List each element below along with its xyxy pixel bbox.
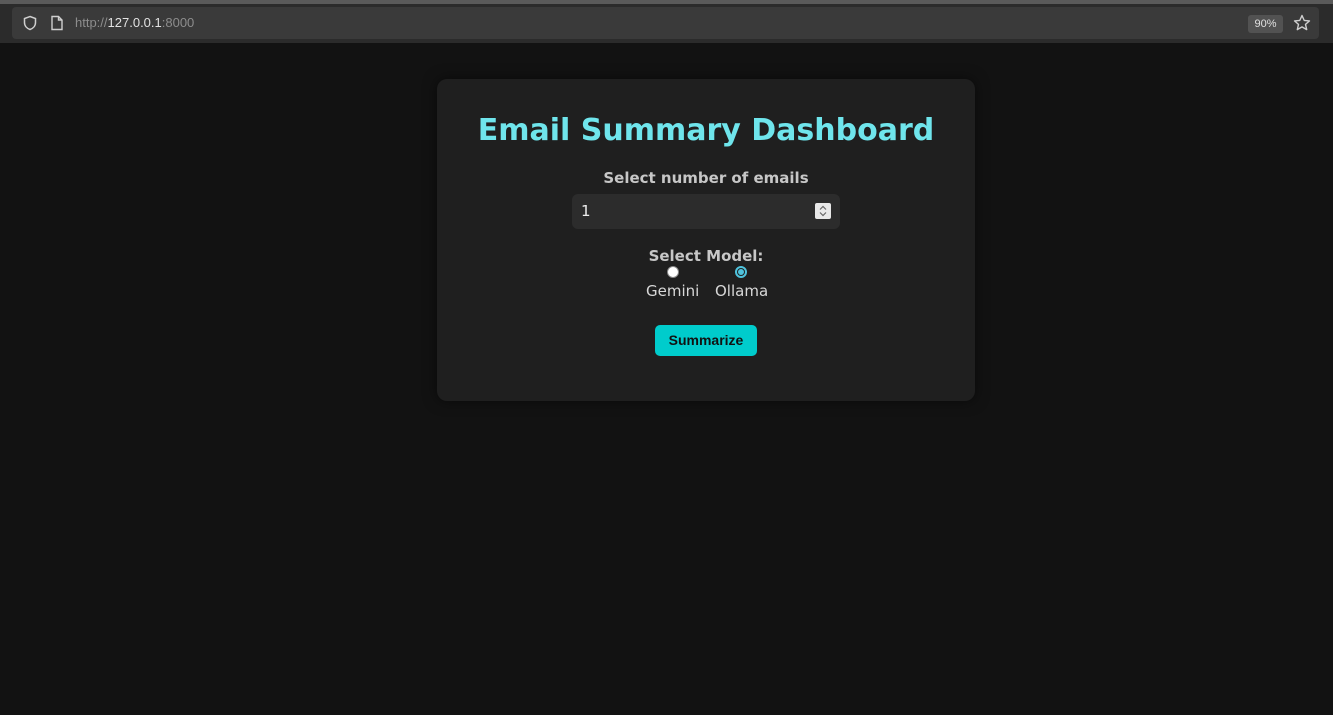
ollama-radio-label[interactable]: Ollama xyxy=(715,282,768,300)
gemini-radio-label[interactable]: Gemini xyxy=(646,282,699,300)
model-label: Select Model: xyxy=(648,247,764,265)
star-icon[interactable] xyxy=(1293,14,1311,32)
zoom-badge[interactable]: 90% xyxy=(1248,15,1283,33)
shield-icon[interactable] xyxy=(22,15,38,31)
email-count-input[interactable]: 1 xyxy=(572,194,840,229)
summarize-button[interactable]: Summarize xyxy=(655,325,757,356)
email-count-label: Select number of emails xyxy=(603,169,809,187)
page-title: Email Summary Dashboard xyxy=(477,113,935,148)
dashboard-card: Email Summary Dashboard Select number of… xyxy=(437,79,975,401)
url-host: 127.0.0.1 xyxy=(107,15,162,30)
url-scheme: http:// xyxy=(75,15,108,30)
address-bar[interactable]: http://127.0.0.1:8000 90% xyxy=(12,7,1319,39)
url-port: :8000 xyxy=(161,15,195,30)
gemini-radio[interactable] xyxy=(667,266,679,278)
browser-toolbar: http://127.0.0.1:8000 90% xyxy=(0,4,1333,43)
spinner-arrows-icon[interactable] xyxy=(815,203,831,219)
page-icon[interactable] xyxy=(50,15,64,31)
email-count-value: 1 xyxy=(581,202,591,220)
ollama-radio[interactable] xyxy=(735,266,747,278)
url-text[interactable]: http://127.0.0.1:8000 xyxy=(75,15,194,30)
